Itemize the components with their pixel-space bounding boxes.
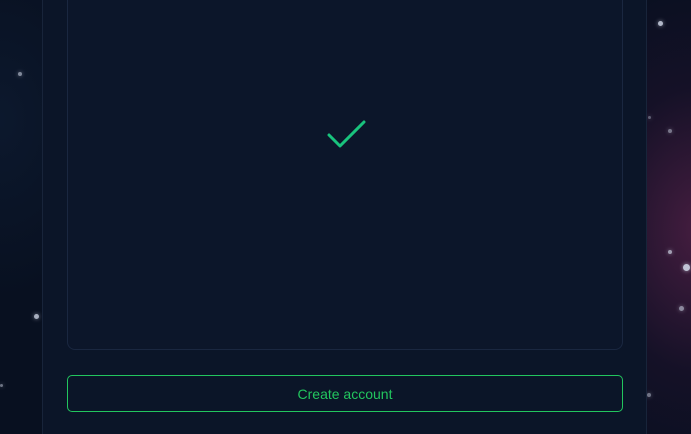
background-star (679, 306, 684, 311)
signup-panel: Create account (42, 0, 647, 434)
check-icon (327, 120, 366, 148)
background-star (34, 314, 39, 319)
success-card (67, 0, 623, 350)
background-star (683, 264, 690, 271)
background-star (18, 72, 22, 76)
background-star (668, 250, 672, 254)
check-icon-stroke (327, 120, 366, 148)
background-star (0, 384, 3, 387)
background-star (648, 116, 651, 119)
background-star (647, 393, 651, 397)
background-star (668, 129, 672, 133)
create-account-button[interactable]: Create account (67, 375, 623, 412)
background-star (658, 21, 663, 26)
